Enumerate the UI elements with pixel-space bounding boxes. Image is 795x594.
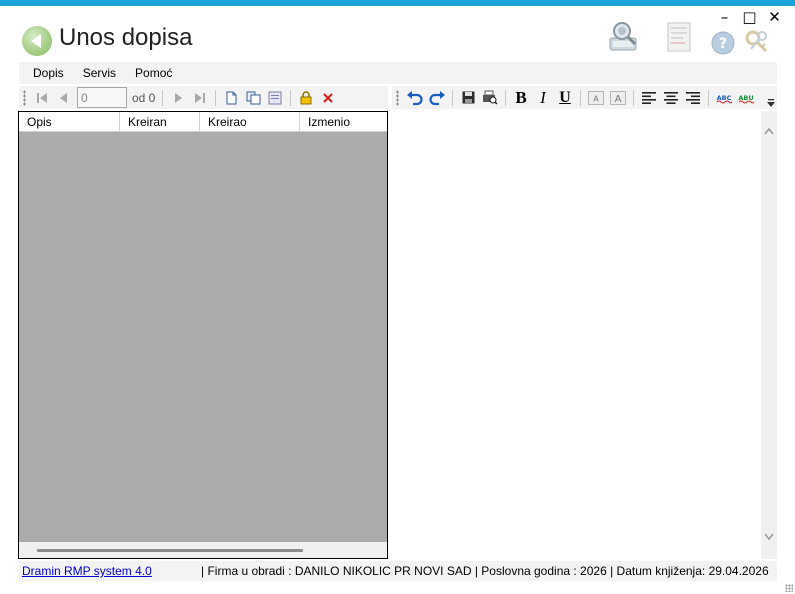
keys-icon[interactable] xyxy=(744,29,772,55)
menu-bar: Dopis Servis Pomoć xyxy=(19,62,777,84)
next-record-button[interactable] xyxy=(168,88,188,108)
bold-button[interactable]: B xyxy=(511,88,531,108)
scroll-down-icon xyxy=(764,533,774,541)
document-editor[interactable] xyxy=(389,111,761,559)
record-count-label: od 0 xyxy=(132,90,156,105)
scroll-up-icon xyxy=(764,127,774,135)
back-button[interactable] xyxy=(22,26,52,56)
editor-vertical-scrollbar[interactable] xyxy=(761,111,777,559)
delete-record-button[interactable] xyxy=(318,88,338,108)
report-icon xyxy=(268,91,282,104)
documents-grid[interactable]: Opis Kreiran Kreirao Izmenio xyxy=(18,111,388,559)
align-left-icon xyxy=(642,91,656,104)
window-controls: – □ ✕ xyxy=(712,8,787,26)
column-kreiran[interactable]: Kreiran xyxy=(120,112,200,131)
save-button[interactable] xyxy=(458,88,478,108)
page-title: Unos dopisa xyxy=(59,24,193,51)
spellcheck-alt-button[interactable]: ABU xyxy=(736,88,756,108)
menu-dopis[interactable]: Dopis xyxy=(33,66,73,80)
align-center-icon xyxy=(664,91,678,104)
menu-pomoc[interactable]: Pomoć xyxy=(135,66,181,80)
font-size-increase-button[interactable]: A xyxy=(586,88,606,108)
print-preview-icon xyxy=(483,90,498,105)
spellcheck-alt-icon: ABU xyxy=(738,94,755,103)
system-version-link[interactable]: Dramin RMP system 4.0 xyxy=(19,564,199,578)
save-icon xyxy=(462,91,474,104)
search-user-icon[interactable] xyxy=(607,20,643,54)
prev-icon xyxy=(60,92,67,103)
align-left-button[interactable] xyxy=(639,88,659,108)
toolbar-overflow-button[interactable] xyxy=(765,97,777,109)
status-bar: Dramin RMP system 4.0 | Firma u obradi :… xyxy=(19,561,777,581)
align-right-button[interactable] xyxy=(683,88,703,108)
window-top-accent xyxy=(0,0,795,6)
next-icon xyxy=(175,92,183,103)
last-record-button[interactable] xyxy=(190,88,210,108)
undo-button[interactable] xyxy=(405,88,425,108)
first-record-button[interactable] xyxy=(32,88,52,108)
status-info: | Firma u obradi : DANILO NIKOLIC PR NOV… xyxy=(201,564,769,578)
svg-text:?: ? xyxy=(719,36,727,52)
close-button[interactable]: ✕ xyxy=(762,8,787,26)
italic-button[interactable]: I xyxy=(533,88,553,108)
minimize-button[interactable]: – xyxy=(712,8,737,26)
grid-header: Opis Kreiran Kreirao Izmenio xyxy=(19,112,387,132)
underline-button[interactable]: U xyxy=(555,88,575,108)
delete-icon xyxy=(323,92,334,103)
new-document-icon xyxy=(226,91,237,104)
column-izmenio[interactable]: Izmenio xyxy=(300,112,387,131)
font-grow-icon: A xyxy=(588,90,604,105)
back-arrow-icon xyxy=(30,34,41,48)
font-size-decrease-button[interactable]: A xyxy=(608,88,628,108)
spellcheck-button[interactable]: ABC xyxy=(714,88,734,108)
navigator-toolbar: od 0 xyxy=(19,86,388,109)
font-shrink-glyph: A xyxy=(615,94,622,105)
editor-toolbar: B I U A A ABC ABU xyxy=(392,86,777,109)
undo-icon xyxy=(407,90,423,105)
align-center-button[interactable] xyxy=(661,88,681,108)
new-record-button[interactable] xyxy=(221,88,241,108)
copy-icon xyxy=(246,91,261,104)
lock-button[interactable] xyxy=(296,88,316,108)
help-icon[interactable]: ? xyxy=(711,31,735,55)
redo-button[interactable] xyxy=(427,88,447,108)
redo-icon xyxy=(429,90,445,105)
maximize-button[interactable]: □ xyxy=(737,8,762,26)
last-icon xyxy=(195,92,206,103)
chevron-down-icon xyxy=(767,99,775,107)
font-grow-glyph: A xyxy=(593,94,599,103)
lock-icon xyxy=(300,90,312,104)
prev-record-button[interactable] xyxy=(54,88,74,108)
print-preview-button[interactable] xyxy=(480,88,500,108)
column-opis[interactable]: Opis xyxy=(19,112,120,131)
align-right-icon xyxy=(686,91,700,104)
document-icon[interactable] xyxy=(665,21,693,53)
font-shrink-icon: A xyxy=(610,90,626,105)
menu-servis[interactable]: Servis xyxy=(83,66,125,80)
print-record-button[interactable] xyxy=(265,88,285,108)
toolbar-grip[interactable] xyxy=(23,89,26,106)
record-position-input[interactable] xyxy=(77,87,127,108)
toolbar-grip[interactable] xyxy=(396,89,399,106)
resize-grip[interactable] xyxy=(785,584,793,592)
spellcheck-icon: ABC xyxy=(717,94,733,103)
grid-horizontal-scrollbar[interactable] xyxy=(19,542,387,558)
copy-record-button[interactable] xyxy=(243,88,263,108)
scrollbar-thumb[interactable] xyxy=(37,549,303,552)
first-icon xyxy=(37,92,47,103)
column-kreirao[interactable]: Kreirao xyxy=(200,112,300,131)
